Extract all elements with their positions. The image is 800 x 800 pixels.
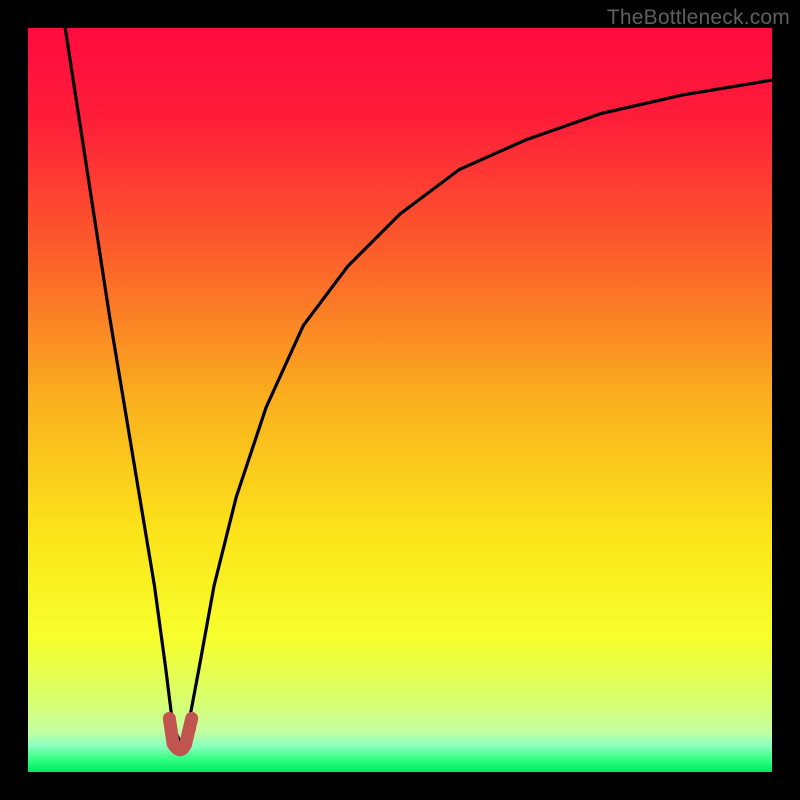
chart-frame: TheBottleneck.com bbox=[0, 0, 800, 800]
plot-background bbox=[28, 28, 772, 772]
bottleneck-chart bbox=[28, 28, 772, 772]
watermark-text: TheBottleneck.com bbox=[607, 6, 790, 30]
